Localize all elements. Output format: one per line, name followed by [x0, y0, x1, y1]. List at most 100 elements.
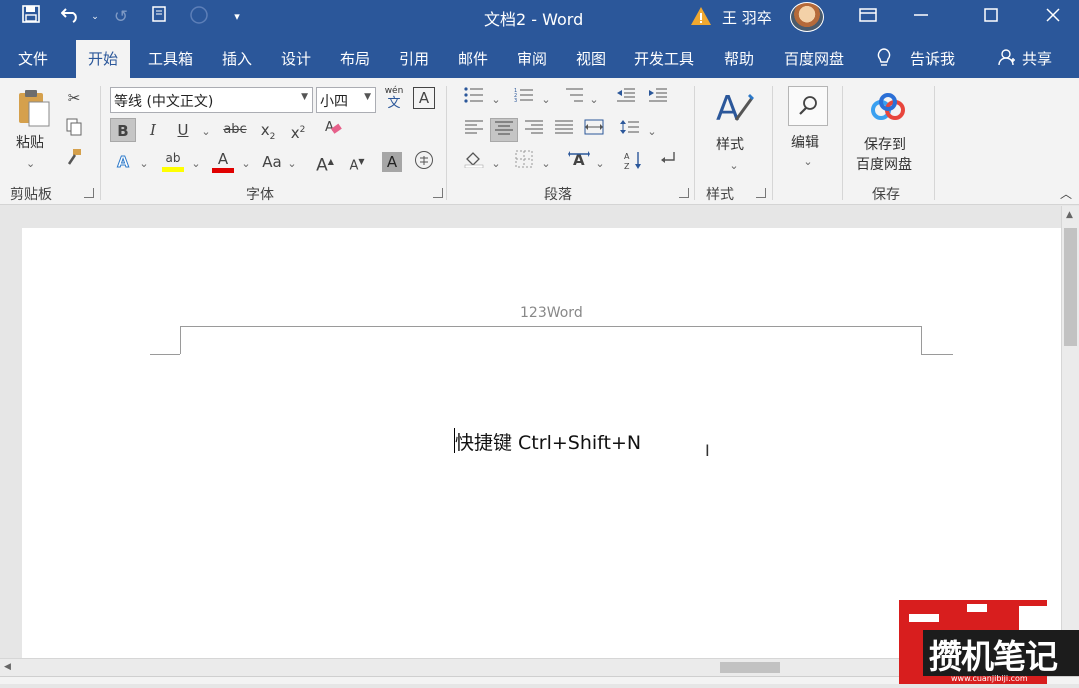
tell-me-search[interactable]: 告诉我 [910, 48, 955, 69]
char-shading-button[interactable]: A [382, 152, 402, 172]
numbering-dropdown-icon[interactable]: ⌄ [540, 88, 552, 112]
font-name-select[interactable]: 等线 (中文正文) ▼ [110, 87, 313, 113]
paste-dropdown-icon[interactable]: ⌄ [26, 152, 35, 176]
bold-button[interactable]: B [110, 118, 136, 142]
highlight-dropdown-icon[interactable]: ⌄ [190, 152, 202, 176]
styles-icon[interactable]: A [712, 86, 756, 130]
asian-layout-icon[interactable]: A [566, 150, 592, 174]
page-header-text[interactable]: 123Word [520, 305, 583, 321]
shading-bucket-icon[interactable] [462, 150, 486, 174]
copy-icon[interactable] [62, 118, 86, 142]
maximize-icon[interactable] [968, 0, 1014, 34]
italic-button[interactable]: I [142, 118, 164, 142]
tab-view[interactable]: 视图 [576, 48, 606, 69]
font-size-select[interactable]: 小四 ▼ [316, 87, 376, 113]
redo-icon[interactable]: ↺ [108, 5, 134, 29]
font-color-dropdown-icon[interactable]: ⌄ [240, 152, 252, 176]
paragraph-launcher-icon[interactable] [679, 188, 689, 198]
circle-icon[interactable] [186, 5, 212, 29]
strikethrough-button[interactable]: abc [220, 118, 250, 142]
share-button[interactable]: 共享 [1022, 48, 1052, 69]
justify-icon[interactable] [552, 118, 576, 142]
editing-button-label[interactable]: 编辑 [791, 132, 819, 152]
minimize-icon[interactable] [898, 0, 944, 34]
tab-toolbox[interactable]: 工具箱 [148, 48, 193, 69]
paste-label[interactable]: 粘贴 [16, 132, 44, 152]
multilevel-list-icon[interactable] [562, 86, 586, 110]
tab-file[interactable]: 文件 [18, 48, 48, 69]
undo-dropdown-icon[interactable]: ⌄ [82, 5, 108, 29]
change-case-button[interactable]: Aa [258, 150, 286, 174]
align-left-icon[interactable] [462, 118, 486, 142]
document-page[interactable]: 123Word 快捷键 Ctrl+Shift+N I [22, 228, 1061, 658]
styles-dropdown-icon[interactable]: ⌄ [728, 154, 740, 178]
styles-button-label[interactable]: 样式 [716, 134, 744, 154]
font-color-button[interactable]: A [210, 150, 236, 176]
char-border-button[interactable]: A [413, 87, 435, 109]
collapse-ribbon-icon[interactable]: ︿ [1056, 182, 1076, 206]
clipboard-launcher-icon[interactable] [84, 188, 94, 198]
align-right-icon[interactable] [522, 118, 546, 142]
baidu-cloud-icon[interactable] [868, 92, 908, 122]
font-launcher-icon[interactable] [433, 188, 443, 198]
text-effects-dropdown-icon[interactable]: ⌄ [138, 152, 150, 176]
scroll-left-icon[interactable]: ◀ [4, 662, 11, 672]
tab-developer[interactable]: 开发工具 [634, 48, 694, 69]
format-painter-icon[interactable] [62, 148, 86, 172]
shrink-font-button[interactable]: A▼ [346, 150, 368, 174]
bullets-dropdown-icon[interactable]: ⌄ [490, 88, 502, 112]
superscript-button[interactable]: x2 [284, 118, 312, 142]
tab-home[interactable]: 开始 [76, 40, 131, 78]
close-icon[interactable] [1030, 0, 1076, 34]
user-name[interactable]: 王 羽卒 [722, 7, 772, 28]
show-marks-icon[interactable] [656, 150, 680, 174]
borders-icon[interactable] [512, 150, 536, 174]
tab-help[interactable]: 帮助 [724, 48, 754, 69]
sort-icon[interactable]: AZ [622, 150, 646, 174]
vertical-scroll-thumb[interactable] [1064, 228, 1077, 346]
grow-font-button[interactable]: A▲ [314, 150, 336, 176]
horizontal-scroll-thumb[interactable] [720, 662, 780, 673]
document-body-text[interactable]: 快捷键 Ctrl+Shift+N [455, 428, 641, 455]
undo-icon[interactable] [58, 5, 84, 29]
ribbon-display-options-icon[interactable] [845, 0, 891, 34]
phonetic-guide-button[interactable]: wén 文 [382, 86, 406, 112]
tab-references[interactable]: 引用 [399, 48, 429, 69]
change-case-dropdown-icon[interactable]: ⌄ [286, 152, 298, 176]
decrease-indent-icon[interactable] [614, 86, 638, 110]
tab-baidu-netdisk[interactable]: 百度网盘 [784, 48, 844, 69]
subscript-button[interactable]: x2 [254, 118, 282, 142]
tab-design[interactable]: 设计 [281, 48, 311, 69]
asian-layout-dropdown-icon[interactable]: ⌄ [594, 152, 606, 176]
cut-icon[interactable]: ✂ [62, 86, 86, 110]
share-user-icon[interactable] [998, 48, 1016, 70]
scroll-up-icon[interactable]: ▲ [1066, 210, 1073, 220]
save-to-label-line1[interactable]: 保存到 [864, 134, 906, 154]
editing-dropdown-icon[interactable]: ⌄ [802, 150, 814, 174]
borders-dropdown-icon[interactable]: ⌄ [540, 152, 552, 176]
customize-qat-icon[interactable]: ▾ [224, 5, 250, 29]
tab-mailings[interactable]: 邮件 [458, 48, 488, 69]
vertical-scrollbar[interactable]: ▲ [1061, 206, 1079, 658]
align-center-icon[interactable] [490, 118, 518, 142]
warning-icon[interactable] [690, 5, 712, 27]
tab-review[interactable]: 审阅 [517, 48, 547, 69]
numbering-icon[interactable]: 123 [512, 86, 536, 110]
bullets-icon[interactable] [462, 86, 486, 110]
increase-indent-icon[interactable] [646, 86, 670, 110]
editing-search-icon[interactable] [788, 86, 828, 126]
tab-insert[interactable]: 插入 [222, 48, 252, 69]
save-icon[interactable] [18, 5, 44, 29]
underline-dropdown-icon[interactable]: ⌄ [200, 120, 212, 144]
enclose-chars-icon[interactable] [412, 150, 436, 174]
save-to-label-line2[interactable]: 百度网盘 [856, 154, 912, 174]
clear-formatting-icon[interactable]: A [320, 118, 346, 142]
avatar[interactable] [790, 2, 824, 32]
styles-launcher-icon[interactable] [756, 188, 766, 198]
touch-mode-icon[interactable] [146, 5, 172, 29]
distributed-icon[interactable] [582, 118, 606, 142]
lightbulb-icon[interactable] [876, 48, 892, 72]
text-effects-button[interactable]: A [112, 150, 134, 174]
line-spacing-dropdown-icon[interactable]: ⌄ [646, 120, 658, 144]
highlight-button[interactable]: ab [160, 150, 186, 176]
